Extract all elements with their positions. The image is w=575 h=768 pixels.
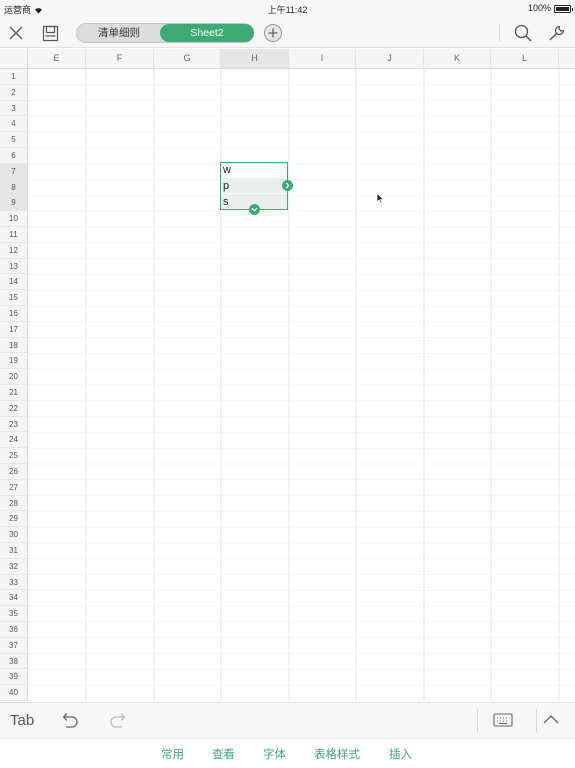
wrench-icon [549, 25, 565, 41]
chevron-right-icon [285, 182, 290, 189]
chevron-up-icon[interactable] [542, 713, 560, 725]
column-header-j[interactable]: J [356, 49, 424, 68]
redo-icon[interactable] [108, 711, 128, 729]
close-button[interactable] [4, 18, 28, 48]
row-header-cell[interactable]: 24 [0, 432, 27, 449]
menu-font[interactable]: 字体 [263, 746, 286, 762]
column-header-h[interactable]: H [221, 49, 289, 68]
row-header-cell[interactable]: 4 [0, 116, 27, 133]
row-header: 1 2 3 4 5 6 7 8 9 10 11 12 13 14 15 16 17 18 19 20 21 22 23 24 2… [0, 69, 28, 701]
search-button[interactable] [511, 18, 535, 48]
row-header-cell[interactable]: 16 [0, 306, 27, 322]
row-header-cell[interactable]: 23 [0, 417, 27, 433]
clock: 上午11:42 [267, 5, 308, 15]
plus-circle-icon [264, 24, 282, 42]
close-icon [9, 26, 23, 40]
cell-grid[interactable] [28, 69, 575, 701]
keyboard-icon[interactable] [493, 712, 513, 728]
fill-handle-bottom[interactable] [249, 204, 260, 215]
column-header: E F G H I J K L [0, 49, 575, 69]
row-header-cell[interactable]: 40 [0, 685, 27, 701]
row-header-cell[interactable]: 20 [0, 369, 27, 385]
bottom-menu: 常用 查看 字体 表格样式 插入 [0, 738, 575, 768]
column-header-i[interactable]: I [289, 49, 356, 68]
tab-sheet1[interactable]: 清单细则 [77, 24, 161, 42]
search-icon [514, 24, 532, 42]
row-header-cell[interactable]: 29 [0, 511, 27, 528]
row-header-cell[interactable]: 21 [0, 385, 27, 401]
menu-common[interactable]: 常用 [161, 746, 184, 762]
column-header-g[interactable]: G [154, 49, 221, 68]
row-header-cell[interactable]: 38 [0, 654, 27, 670]
row-header-cell[interactable]: 31 [0, 543, 27, 559]
tab-sheet2[interactable]: Sheet2 [160, 24, 254, 42]
row-header-cell[interactable]: 30 [0, 527, 27, 543]
row-header-cell[interactable]: 6 [0, 148, 27, 164]
column-header-e[interactable]: E [28, 49, 86, 68]
row-header-cell[interactable]: 1 [0, 69, 27, 85]
save-button[interactable] [38, 18, 62, 48]
menu-table-style[interactable]: 表格样式 [314, 746, 360, 762]
column-header-k[interactable]: K [424, 49, 491, 68]
save-icon [42, 25, 58, 41]
row-header-cell[interactable]: 2 [0, 85, 27, 101]
column-header-l[interactable]: L [491, 49, 559, 68]
row-header-cell[interactable]: 35 [0, 606, 27, 622]
row-header-cell[interactable]: 27 [0, 480, 27, 496]
row-header-cell[interactable]: 28 [0, 496, 27, 512]
edit-bar-divider [536, 709, 537, 733]
toolbar-divider [499, 24, 500, 42]
menu-insert[interactable]: 插入 [389, 746, 412, 762]
fill-handle-right[interactable] [282, 180, 293, 191]
row-header-cell[interactable]: 11 [0, 227, 27, 243]
row-header-cell[interactable]: 37 [0, 638, 27, 654]
row-header-cell[interactable]: 32 [0, 559, 27, 575]
undo-icon[interactable] [60, 711, 80, 729]
add-sheet-button[interactable] [262, 18, 284, 48]
row-header-cell[interactable]: 3 [0, 101, 27, 117]
row-header-cell[interactable]: 5 [0, 132, 27, 148]
row-header-cell[interactable]: 9 [0, 195, 27, 212]
row-header-cell[interactable]: 39 [0, 669, 27, 686]
row-header-cell[interactable]: 34 [0, 590, 27, 607]
select-all-corner[interactable] [0, 49, 28, 68]
row-header-cell[interactable]: 36 [0, 622, 27, 638]
tools-button[interactable] [545, 18, 569, 48]
sheet-tabs: 清单细则 Sheet2 [76, 23, 254, 43]
row-header-cell[interactable]: 17 [0, 322, 27, 338]
row-header-cell[interactable]: 13 [0, 259, 27, 275]
row-header-cell[interactable]: 25 [0, 448, 27, 464]
row-header-cell[interactable]: 8 [0, 179, 27, 196]
edit-bar-divider [477, 709, 478, 733]
top-toolbar: 清单细则 Sheet2 [0, 18, 575, 48]
edit-bar: Tab [0, 702, 575, 738]
chevron-down-icon [251, 207, 258, 212]
row-header-cell[interactable]: 10 [0, 211, 27, 227]
row-header-cell[interactable]: 26 [0, 464, 27, 480]
battery-percent: 100% [527, 3, 551, 13]
status-bar: 运营商 上午11:42 100% [0, 0, 575, 18]
row-header-cell[interactable]: 12 [0, 243, 27, 259]
row-header-cell[interactable]: 33 [0, 575, 27, 591]
row-header-cell[interactable]: 14 [0, 274, 27, 291]
selection-box [220, 162, 288, 210]
column-header-f[interactable]: F [86, 49, 154, 68]
mouse-cursor-icon [376, 192, 385, 205]
menu-view[interactable]: 查看 [212, 746, 235, 762]
row-header-cell[interactable]: 19 [0, 353, 27, 370]
tab-key-button[interactable]: Tab [10, 712, 34, 729]
row-header-cell[interactable]: 22 [0, 401, 27, 417]
row-header-cell[interactable]: 7 [0, 163, 27, 180]
battery-icon [554, 5, 573, 13]
row-header-cell[interactable]: 18 [0, 338, 27, 354]
row-header-cell[interactable]: 15 [0, 290, 27, 306]
